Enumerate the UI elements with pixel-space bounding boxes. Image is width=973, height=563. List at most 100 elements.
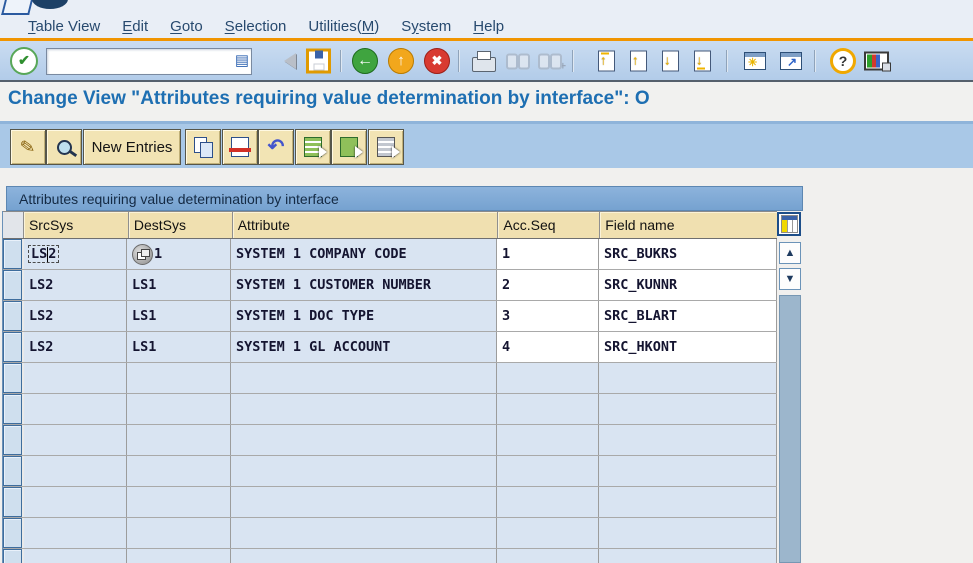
column-header-attribute[interactable]: Attribute: [232, 212, 499, 238]
cell-fieldname[interactable]: [599, 456, 777, 486]
help-button[interactable]: ?: [830, 47, 856, 74]
row-selector[interactable]: [3, 394, 22, 424]
cell-fieldname[interactable]: [599, 549, 777, 563]
menu-selection[interactable]: Selection: [225, 18, 287, 35]
print-button[interactable]: [472, 50, 496, 72]
next-page-button[interactable]: ↓: [662, 50, 679, 71]
row-selector[interactable]: [3, 301, 22, 331]
cell-fieldname[interactable]: SRC_HKONT: [599, 332, 777, 362]
deselect-all-button[interactable]: [368, 129, 404, 165]
find-button[interactable]: [506, 53, 530, 69]
row-selector[interactable]: [3, 270, 22, 300]
row-selector[interactable]: [3, 239, 22, 269]
cell-srcsys[interactable]: [24, 487, 127, 517]
row-selector[interactable]: [3, 487, 22, 517]
command-history-icon[interactable]: ▤: [235, 52, 249, 70]
command-field[interactable]: ▤: [46, 48, 252, 75]
cell-srcsys[interactable]: LS2: [24, 239, 127, 269]
new-entries-button[interactable]: New Entries: [83, 129, 181, 165]
back-button[interactable]: ←: [352, 47, 378, 74]
cell-srcsys[interactable]: [24, 394, 127, 424]
cell-destsys[interactable]: 1: [127, 239, 231, 269]
exit-button[interactable]: ↑: [388, 47, 414, 74]
column-header-accseq[interactable]: Acc.Seq: [498, 212, 601, 238]
cell-destsys[interactable]: LS1: [127, 301, 231, 331]
cell-attribute[interactable]: SYSTEM 1 CUSTOMER NUMBER: [231, 270, 497, 300]
row-selector[interactable]: [3, 332, 22, 362]
cell-fieldname[interactable]: SRC_KUNNR: [599, 270, 777, 300]
scroll-up-button[interactable]: ▲: [779, 242, 801, 264]
collapse-panel-button[interactable]: [284, 52, 296, 69]
cell-accseq[interactable]: [497, 487, 599, 517]
scrollbar-thumb[interactable]: [779, 295, 801, 563]
scroll-down-button[interactable]: ▼: [779, 268, 801, 290]
cell-fieldname[interactable]: [599, 394, 777, 424]
menu-utilities[interactable]: Utilities(M): [308, 18, 379, 35]
cell-srcsys[interactable]: [24, 518, 127, 548]
new-session-button[interactable]: ✳: [744, 51, 766, 70]
cell-attribute[interactable]: [231, 394, 497, 424]
column-header-fieldname[interactable]: Field name: [600, 212, 779, 238]
menu-edit[interactable]: Edit: [122, 18, 148, 35]
cell-accseq[interactable]: 2: [497, 270, 599, 300]
cell-destsys[interactable]: LS1: [127, 270, 231, 300]
menu-table-view[interactable]: Table View: [28, 18, 100, 35]
last-page-button[interactable]: ↓: [694, 50, 711, 71]
row-selector[interactable]: [3, 518, 22, 548]
cell-srcsys[interactable]: LS2: [24, 270, 127, 300]
cell-destsys[interactable]: [127, 363, 231, 393]
display-change-toggle-button[interactable]: ✎: [10, 129, 46, 165]
menu-goto[interactable]: Goto: [170, 18, 203, 35]
cell-destsys[interactable]: [127, 518, 231, 548]
cell-srcsys[interactable]: [24, 456, 127, 486]
column-header-srcsys[interactable]: SrcSys: [23, 212, 129, 238]
find-next-button[interactable]: +: [538, 53, 566, 72]
row-selector[interactable]: [3, 425, 22, 455]
cell-fieldname[interactable]: SRC_BUKRS: [599, 239, 777, 269]
cell-attribute[interactable]: [231, 487, 497, 517]
cell-destsys[interactable]: [127, 456, 231, 486]
row-selector[interactable]: [3, 456, 22, 486]
copy-as-button[interactable]: [185, 129, 221, 165]
select-block-button[interactable]: [331, 129, 367, 165]
cell-fieldname[interactable]: SRC_BLART: [599, 301, 777, 331]
cell-accseq[interactable]: 1: [497, 239, 599, 269]
create-shortcut-button[interactable]: ↗: [780, 51, 802, 70]
cell-attribute[interactable]: [231, 425, 497, 455]
command-input[interactable]: [49, 50, 231, 73]
cell-attribute[interactable]: [231, 456, 497, 486]
cell-attribute[interactable]: SYSTEM 1 GL ACCOUNT: [231, 332, 497, 362]
cell-attribute[interactable]: [231, 518, 497, 548]
cell-accseq[interactable]: [497, 456, 599, 486]
delete-row-button[interactable]: [222, 129, 258, 165]
row-selector[interactable]: [3, 549, 22, 563]
cell-srcsys[interactable]: [24, 425, 127, 455]
cell-fieldname[interactable]: [599, 363, 777, 393]
cell-destsys[interactable]: [127, 394, 231, 424]
cell-accseq[interactable]: [497, 363, 599, 393]
cell-accseq[interactable]: [497, 518, 599, 548]
cell-srcsys[interactable]: [24, 549, 127, 563]
menu-system[interactable]: System: [401, 18, 451, 35]
column-header-destsys[interactable]: DestSys: [128, 212, 233, 238]
cell-accseq[interactable]: [497, 394, 599, 424]
cell-srcsys[interactable]: LS2: [24, 332, 127, 362]
cell-accseq[interactable]: [497, 549, 599, 563]
cell-accseq[interactable]: 4: [497, 332, 599, 362]
cell-destsys[interactable]: LS1: [127, 332, 231, 362]
cell-attribute[interactable]: [231, 549, 497, 563]
previous-page-button[interactable]: ↑: [630, 50, 647, 71]
cell-attribute[interactable]: SYSTEM 1 DOC TYPE: [231, 301, 497, 331]
customize-layout-button[interactable]: [864, 51, 891, 71]
enter-button[interactable]: ✔: [10, 46, 38, 75]
cancel-button[interactable]: ✖: [424, 47, 450, 74]
select-all-button[interactable]: [295, 129, 331, 165]
cell-destsys[interactable]: [127, 549, 231, 563]
menu-help[interactable]: Help: [473, 18, 504, 35]
cell-destsys[interactable]: [127, 425, 231, 455]
cell-fieldname[interactable]: [599, 487, 777, 517]
save-button[interactable]: [306, 48, 331, 73]
table-configuration-button[interactable]: [777, 212, 801, 236]
undo-button[interactable]: ↶: [258, 129, 294, 165]
cell-srcsys[interactable]: [24, 363, 127, 393]
